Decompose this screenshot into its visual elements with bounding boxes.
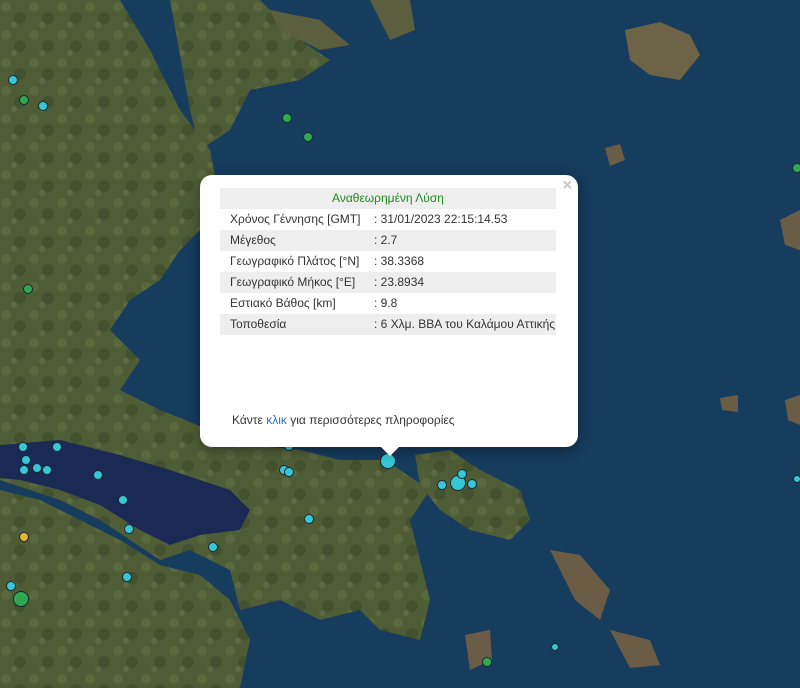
earthquake-marker[interactable] [208, 542, 218, 552]
earthquake-marker[interactable] [6, 581, 16, 591]
row-label-depth: Εστιακό Βάθος [km] [230, 296, 336, 310]
detail-row: Μέγεθος : 2.7 [220, 230, 556, 251]
earthquake-marker[interactable] [284, 467, 294, 477]
earthquake-marker[interactable] [304, 514, 314, 524]
earthquake-marker[interactable] [18, 442, 28, 452]
detail-row: Εστιακό Βάθος [km] : 9.8 [220, 293, 556, 314]
detail-row: Γεωγραφικό Πλάτος [°N] : 38.3368 [220, 251, 556, 272]
earthquake-popup: × Αναθεωρημένη Λύση Χρόνος Γέννησης [GMT… [200, 175, 578, 456]
earthquake-marker[interactable] [19, 95, 29, 105]
earthquake-marker[interactable] [13, 591, 29, 607]
row-value-magnitude: : 2.7 [366, 230, 556, 251]
row-value-depth: : 9.8 [374, 296, 398, 310]
earthquake-marker[interactable] [19, 465, 29, 475]
earthquake-marker[interactable] [792, 163, 800, 173]
earthquake-marker[interactable] [282, 113, 292, 123]
earthquake-marker[interactable] [118, 495, 128, 505]
detail-row: Γεωγραφικό Μήκος [°E] : 23.8934 [220, 272, 556, 293]
popup-title: Αναθεωρημένη Λύση [220, 188, 556, 209]
earthquake-marker[interactable] [124, 524, 134, 534]
row-value-latitude: : 38.3368 [374, 254, 425, 268]
earthquake-marker[interactable] [32, 463, 42, 473]
earthquake-marker[interactable] [38, 101, 48, 111]
close-icon[interactable]: × [563, 177, 572, 195]
detail-row: Τοποθεσία : 6 Χλμ. ΒΒΑ του Καλάμου Αττικ… [220, 314, 556, 335]
earthquake-marker[interactable] [467, 479, 477, 489]
earthquake-marker[interactable] [93, 470, 103, 480]
earthquake-marker[interactable] [122, 572, 132, 582]
earthquake-details-table: Αναθεωρημένη Λύση Χρόνος Γέννησης [GMT] … [220, 188, 556, 335]
earthquake-marker[interactable] [793, 475, 800, 483]
row-value-longitude: : 23.8934 [366, 272, 556, 293]
row-label-location: Τοποθεσία [220, 314, 366, 335]
more-info-suffix: για περισσότερες πληροφορίες [286, 413, 455, 427]
row-value-time: : 31/01/2023 22:15:14.53 [374, 212, 508, 226]
earthquake-marker[interactable] [23, 284, 33, 294]
row-label-longitude: Γεωγραφικό Μήκος [°E] [220, 272, 366, 293]
row-value-location: : 6 Χλμ. ΒΒΑ του Καλάμου Αττικής [366, 314, 556, 335]
earthquake-marker[interactable] [482, 657, 492, 667]
earthquake-marker[interactable] [19, 532, 29, 542]
earthquake-marker[interactable] [42, 465, 52, 475]
detail-row: Χρόνος Γέννησης [GMT] : 31/01/2023 22:15… [220, 209, 556, 230]
earthquake-marker[interactable] [457, 469, 467, 479]
earthquake-marker[interactable] [8, 75, 18, 85]
more-info-link[interactable]: κλικ [266, 413, 287, 427]
earthquake-marker[interactable] [437, 480, 447, 490]
row-label-latitude: Γεωγραφικό Πλάτος [°N] [230, 254, 360, 268]
earthquake-marker[interactable] [303, 132, 313, 142]
row-label-time: Χρόνος Γέννησης [GMT] [230, 212, 361, 226]
earthquake-marker[interactable] [551, 643, 559, 651]
more-info-text: Κάντε κλικ για περισσότερες πληροφορίες [232, 413, 455, 427]
earthquake-marker[interactable] [52, 442, 62, 452]
earthquake-marker[interactable] [21, 455, 31, 465]
more-info-prefix: Κάντε [232, 413, 267, 427]
row-label-magnitude: Μέγεθος [220, 230, 366, 251]
